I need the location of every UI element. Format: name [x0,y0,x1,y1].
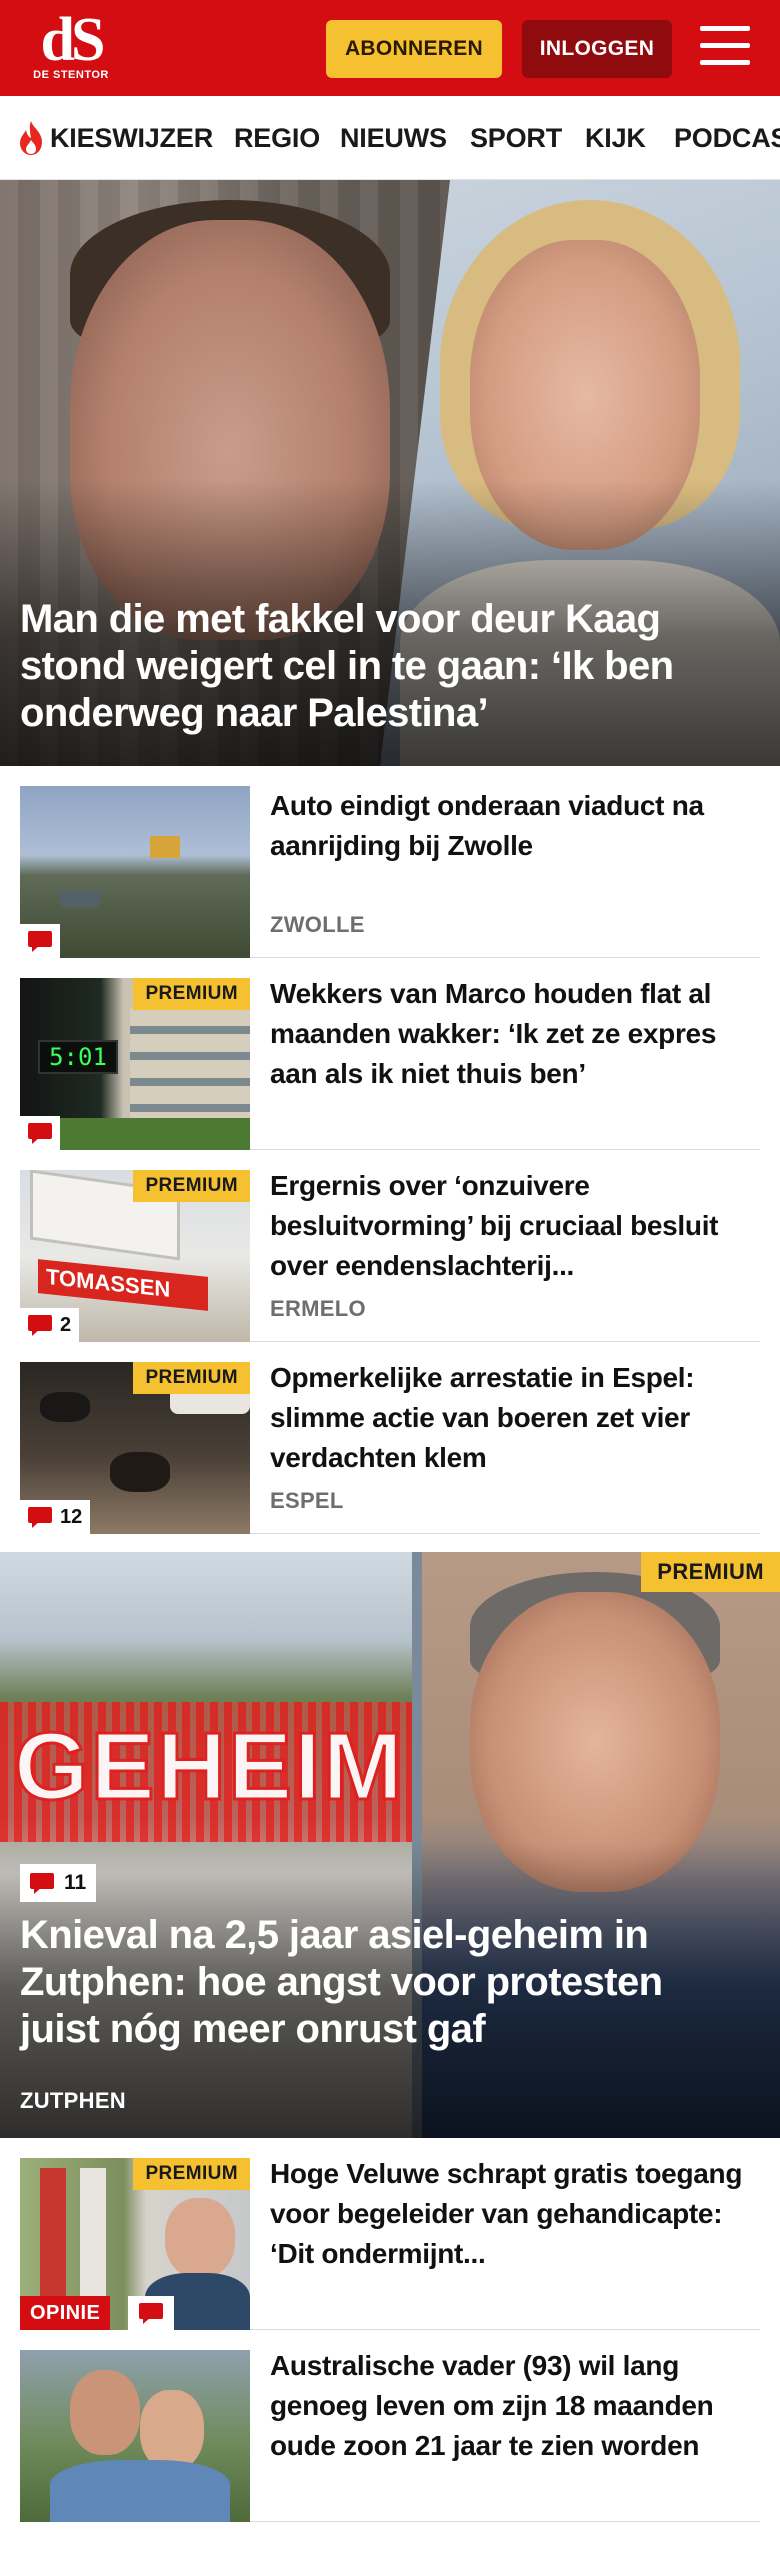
list-item[interactable]: PREMIUM OPINIE Hoge Veluwe schrapt grati… [20,2158,760,2330]
image-detail [50,2460,230,2522]
comments-badge[interactable] [128,2296,174,2330]
image-detail [110,1452,170,1492]
menu-bar [700,26,750,31]
comment-count: 2 [60,1313,72,1336]
logo-text: DE STENTOR [33,69,109,81]
nav-item-sport[interactable]: SPORT [470,96,562,179]
premium-badge: PREMIUM [641,1552,780,1592]
feature-headline[interactable]: Knieval na 2,5 jaar asiel-geheim in Zutp… [20,1912,750,2053]
menu-bar [700,60,750,65]
nav-item-nieuws[interactable]: NIEUWS [340,96,447,179]
article-headline[interactable]: Ergernis over ‘onzuivere besluitvorming’… [270,1166,760,1286]
list-item[interactable]: 5:01 PREMIUM Wekkers van Marco houden fl… [20,978,760,1150]
flame-icon [20,121,42,155]
image-detail [130,1008,250,1118]
nav-item-kijk[interactable]: KIJK [585,96,646,179]
premium-badge: PREMIUM [133,2158,250,2190]
list-item[interactable]: Australische vader (93) wil lang genoeg … [20,2350,760,2522]
comment-count: 11 [64,1871,87,1894]
list-item[interactable]: TOMASSEN PREMIUM 2 Ergernis over ‘onzuiv… [20,1170,760,1342]
article-location: ERMELO [270,1296,366,1321]
thumbnail-image [20,2350,250,2522]
article-thumbnail[interactable]: 5:01 PREMIUM [20,978,250,1150]
article-headline[interactable]: Wekkers van Marco houden flat al maanden… [270,974,760,1094]
comment-bubble-icon [28,1123,52,1144]
list-item[interactable]: Auto eindigt onderaan viaduct na aanrijd… [20,786,760,958]
article-location: ZWOLLE [270,912,365,937]
list-item[interactable]: PREMIUM 12 Opmerkelijke arrestatie in Es… [20,1362,760,1534]
menu-bar [700,43,750,48]
comment-bubble-icon [28,931,52,952]
login-button[interactable]: INLOGGEN [522,20,672,78]
premium-badge: PREMIUM [133,1362,250,1394]
comments-badge[interactable]: 11 [20,1864,97,1902]
article-headline[interactable]: Australische vader (93) wil lang genoeg … [270,2346,760,2466]
hamburger-menu-icon[interactable] [700,26,752,70]
comment-bubble-icon [28,1315,52,1336]
image-detail [40,2168,66,2298]
article-location: ESPEL [270,1488,344,1513]
article-thumbnail[interactable] [20,786,250,958]
comments-badge[interactable] [20,924,60,958]
comment-bubble-icon [139,2303,163,2324]
article-headline[interactable]: Hoge Veluwe schrapt gratis toegang voor … [270,2154,760,2274]
section-nav: KIESWIJZER REGIO NIEUWS SPORT KIJK PODCA… [0,96,780,180]
image-detail [40,1392,90,1422]
premium-badge: PREMIUM [133,978,250,1010]
image-detail [60,891,100,907]
article-thumbnail[interactable]: TOMASSEN PREMIUM 2 [20,1170,250,1342]
subscribe-button[interactable]: ABONNEREN [326,20,502,78]
nav-item-regio[interactable]: REGIO [234,96,320,179]
feature-location: ZUTPHEN [20,2088,126,2113]
comments-badge[interactable]: 12 [20,1500,91,1534]
nav-item-podcast[interactable]: PODCAS [674,96,780,179]
article-thumbnail[interactable]: PREMIUM 12 [20,1362,250,1534]
image-detail [150,836,180,858]
site-logo[interactable]: dS DE STENTOR [28,6,114,86]
article-thumbnail[interactable]: PREMIUM OPINIE [20,2158,250,2330]
comments-badge[interactable]: 2 [20,1308,80,1342]
image-detail [165,2198,235,2278]
comment-bubble-icon [30,1873,54,1894]
opinion-tag: OPINIE [20,2296,111,2330]
image-detail [80,2168,106,2298]
comment-bubble-icon [28,1507,52,1528]
feature-image-text: GEHEIM [13,1712,405,1822]
article-headline[interactable]: Auto eindigt onderaan viaduct na aanrijd… [270,786,760,866]
hero-headline[interactable]: Man die met fakkel voor deur Kaag stond … [20,596,740,737]
feature-article[interactable]: GEHEIM PREMIUM 11 Knieval na 2,5 jaar as… [0,1552,780,2138]
premium-badge: PREMIUM [133,1170,250,1202]
sign-text: TOMASSEN [38,1259,208,1311]
article-headline[interactable]: Opmerkelijke arrestatie in Espel: slimme… [270,1358,760,1478]
image-detail [70,2370,140,2455]
image-detail [140,2390,204,2470]
logo-mark: dS [40,6,106,74]
comments-badge[interactable] [20,1116,60,1150]
nav-item-kieswijzer[interactable]: KIESWIJZER [50,96,213,179]
site-header: dS DE STENTOR ABONNEREN INLOGGEN [0,0,780,96]
clock-display: 5:01 [38,1040,118,1074]
comment-count: 12 [60,1505,83,1528]
article-thumbnail[interactable] [20,2350,250,2522]
hero-article[interactable]: Man die met fakkel voor deur Kaag stond … [0,180,780,766]
